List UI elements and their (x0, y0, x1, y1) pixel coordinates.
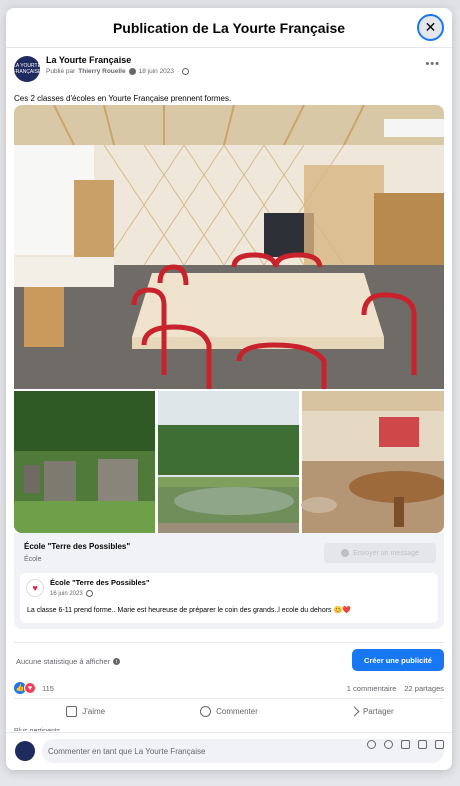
close-button[interactable]: ✕ (417, 14, 444, 41)
comment-icon (200, 706, 212, 717)
photo-pond[interactable] (158, 391, 299, 533)
camera-icon[interactable] (401, 740, 410, 749)
share-label: Partager (362, 707, 394, 716)
embedded-meta: 16 juin 2023 (50, 590, 93, 597)
share-button[interactable]: Partager (301, 699, 444, 724)
no-stats-text: Aucune statistique à afficher i (16, 657, 121, 666)
comment-count[interactable]: 1 commentaire (347, 684, 397, 693)
messenger-icon (341, 549, 350, 557)
embedded-avatar[interactable]: ♥ (26, 579, 44, 597)
post-date[interactable]: 18 juin 2023 (139, 68, 174, 75)
more-options-button[interactable]: ••• (425, 58, 440, 70)
post-meta: Publié par Thierry Rouelle 18 juin 2023 … (46, 68, 190, 75)
dialog-title: Publication de La Yourte Française (112, 19, 346, 36)
comment-composer: Commenter en tant que La Yourte Français… (6, 732, 452, 770)
engagement-counts: 1 commentaire 22 partages (347, 684, 444, 693)
reactions-row: 👍 ♥ 115 1 commentaire 22 partages (14, 680, 444, 698)
embedded-page-name[interactable]: École "Terre des Possibles" (50, 578, 150, 587)
page-name-link[interactable]: La Yourte Française (46, 55, 131, 65)
like-button[interactable]: J'aime (14, 699, 157, 724)
stats-row: Aucune statistique à afficher i Créer un… (14, 642, 444, 672)
profile-dot-icon (128, 68, 136, 75)
comment-placeholder: Commenter en tant que La Yourte Français… (48, 746, 206, 756)
share-count[interactable]: 22 partages (404, 684, 444, 693)
create-ad-button[interactable]: Créer une publicité (352, 649, 444, 671)
photo-gallery (14, 105, 444, 533)
share-arrow-icon (349, 706, 360, 717)
post-dialog: Publication de La Yourte Française ✕ LA … (6, 8, 452, 770)
shared-page-category: École (24, 556, 42, 563)
embedded-text: La classe 6-11 prend forme.. Marie est h… (27, 607, 351, 614)
photo-round-table[interactable] (301, 391, 444, 533)
thumbs-up-icon (66, 706, 78, 717)
gif-icon[interactable] (418, 740, 427, 749)
info-icon[interactable]: i (113, 658, 121, 665)
dialog-header: Publication de La Yourte Française ✕ (6, 8, 452, 48)
embedded-date[interactable]: 16 juin 2023 (50, 591, 83, 597)
send-message-button[interactable]: Envoyer un message (324, 543, 436, 563)
shared-page-title[interactable]: École "Terre des Possibles" (24, 542, 130, 551)
photo-forest-stumps[interactable] (14, 391, 155, 533)
published-by-prefix: Publié par (46, 68, 76, 75)
embedded-post[interactable]: ♥ École "Terre des Possibles" 16 juin 20… (20, 573, 438, 623)
no-stats-label: Aucune statistique à afficher (16, 657, 111, 666)
sort-comments-dropdown[interactable]: Plus pertinents (14, 725, 60, 731)
globe-icon (85, 590, 93, 597)
comment-tools (367, 740, 444, 749)
comment-label: Commenter (216, 707, 258, 716)
heart-icon: ♥ (32, 583, 38, 593)
publisher-name[interactable]: Thierry Rouelle (78, 68, 125, 75)
comment-button[interactable]: Commenter (157, 699, 300, 724)
love-reaction-icon: ♥ (24, 682, 36, 694)
send-message-label: Envoyer un message (353, 549, 419, 557)
page-avatar[interactable]: LA YOURTE FRANÇAISE (12, 56, 42, 82)
like-label: J'aime (82, 707, 106, 716)
reaction-icons[interactable]: 👍 ♥ (14, 682, 36, 694)
commenter-avatar[interactable] (15, 741, 35, 761)
photo-main-classroom[interactable] (14, 105, 444, 389)
reaction-count[interactable]: 115 (42, 684, 54, 693)
avatar-logo-text: LA YOURTE FRANÇAISE (12, 63, 42, 75)
shared-page-card[interactable]: École "Terre des Possibles" École Envoye… (14, 533, 444, 629)
avatar-sticker-icon[interactable] (367, 740, 376, 749)
post-text: Ces 2 classes d'écoles en Yourte Françai… (14, 94, 232, 103)
globe-icon (182, 68, 190, 75)
close-icon: ✕ (424, 19, 437, 35)
post-header: LA YOURTE FRANÇAISE La Yourte Française … (12, 54, 444, 90)
separator-dot: · (177, 68, 180, 75)
emoji-icon[interactable] (384, 740, 393, 749)
sticker-icon[interactable] (435, 740, 444, 749)
action-bar: J'aime Commenter Partager (14, 698, 444, 724)
